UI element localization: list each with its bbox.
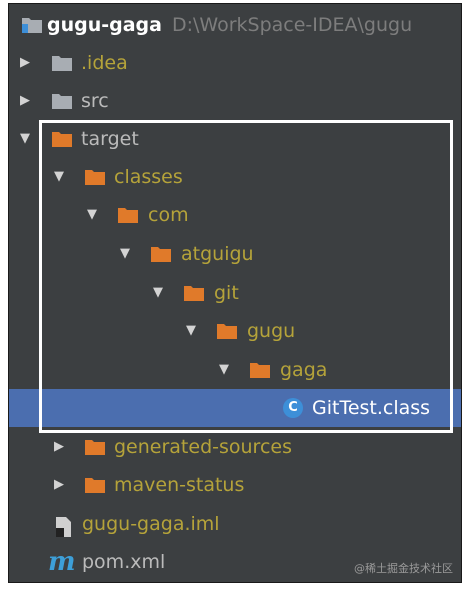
tree-row-gittest-class[interactable]: C GitTest.class [9,389,461,427]
tree-row-git[interactable]: ▼ git [9,274,461,312]
maven-icon: m [48,547,76,577]
tree-row-com[interactable]: ▼ com [9,196,461,234]
arrow-right-icon[interactable]: ▶ [15,82,35,120]
class-file-icon: C [283,398,303,418]
arrow-down-icon[interactable]: ▼ [82,196,102,234]
orange-folder-icon [117,205,139,224]
tree-row-idea[interactable]: ▶ .idea [9,44,461,82]
arrow-right-icon[interactable]: ▶ [49,466,69,504]
module-folder-icon [21,15,43,34]
gray-folder-icon [51,91,73,110]
tree-item-label: gaga [280,359,328,381]
tree-item-label: maven-status [114,474,245,496]
tree-row-iml-file[interactable]: gugu-gaga.iml [9,505,461,543]
tree-item-label: target [81,128,139,150]
tree-item-label: generated-sources [114,436,292,458]
tree-item-label: gugu-gaga.iml [82,513,220,535]
watermark: @稀土掘金技术社区 [354,562,453,575]
arrow-down-icon[interactable]: ▼ [214,351,234,389]
tree-item-label: pom.xml [82,551,166,573]
gray-folder-icon [51,53,73,72]
tree-item-label: GitTest.class [312,397,431,419]
module-file-icon [53,513,73,537]
arrow-down-icon[interactable]: ▼ [15,120,35,158]
tree-row-gaga[interactable]: ▼ gaga [9,351,461,389]
project-tool-window: gugu-gaga D:\WorkSpace-IDEA\gugu ▶ .idea … [8,3,462,583]
tree-item-label: git [214,282,239,304]
arrow-down-icon[interactable]: ▼ [148,274,168,312]
orange-folder-icon [51,129,73,148]
orange-folder-icon [84,167,106,186]
orange-folder-icon [84,437,106,456]
tree-item-label: atguigu [181,243,254,265]
tree-row-maven-status[interactable]: ▶ maven-status [9,466,461,504]
tree-row-classes[interactable]: ▼ classes [9,158,461,196]
tree-item-label: classes [114,166,183,188]
tree-item-label: .idea [81,52,128,74]
tree-row-atguigu[interactable]: ▼ atguigu [9,235,461,273]
arrow-down-icon[interactable]: ▼ [181,312,201,350]
tree-item-label: com [148,204,189,226]
orange-folder-icon [216,321,238,340]
tree-row-src[interactable]: ▶ src [9,82,461,120]
orange-folder-icon [150,244,172,263]
arrow-down-icon[interactable]: ▼ [49,158,69,196]
orange-folder-icon [249,360,271,379]
tree-row-gugu[interactable]: ▼ gugu [9,312,461,350]
orange-folder-icon [84,475,106,494]
arrow-down-icon[interactable]: ▼ [115,235,135,273]
orange-folder-icon [183,283,205,302]
tree-item-label: gugu [247,320,296,342]
project-path-label: D:\WorkSpace-IDEA\gugu [171,14,413,36]
tree-row-target[interactable]: ▼ target [9,120,461,158]
tree-row-generated-sources[interactable]: ▶ generated-sources [9,428,461,466]
tree-item-label: src [81,90,109,112]
project-name-label: gugu-gaga D:\WorkSpace-IDEA\gugu [47,14,413,36]
arrow-right-icon[interactable]: ▶ [49,428,69,466]
arrow-right-icon[interactable]: ▶ [15,44,35,82]
tree-row-root[interactable]: gugu-gaga D:\WorkSpace-IDEA\gugu [9,6,461,44]
